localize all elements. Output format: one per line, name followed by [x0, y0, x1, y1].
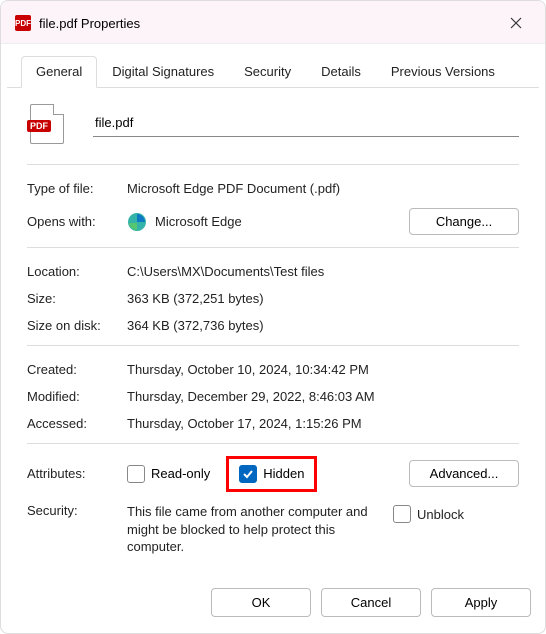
- change-button[interactable]: Change...: [409, 208, 519, 235]
- tab-bar: General Digital Signatures Security Deta…: [7, 50, 539, 88]
- close-button[interactable]: [501, 11, 531, 35]
- accessed-value: Thursday, October 17, 2024, 1:15:26 PM: [127, 416, 519, 431]
- size-label: Size:: [27, 291, 127, 306]
- security-text: This file came from another computer and…: [127, 503, 377, 556]
- readonly-checkbox[interactable]: Read-only: [127, 465, 210, 483]
- dialog-footer: OK Cancel Apply: [1, 576, 545, 633]
- checkbox-checked-icon: [239, 465, 257, 483]
- tab-general[interactable]: General: [21, 56, 97, 88]
- checkbox-icon: [127, 465, 145, 483]
- accessed-label: Accessed:: [27, 416, 127, 431]
- tab-content: PDF file.pdf Type of file: Microsoft Edg…: [1, 88, 545, 576]
- unblock-label: Unblock: [417, 507, 464, 522]
- divider: [27, 247, 519, 248]
- attributes-label: Attributes:: [27, 466, 127, 481]
- titlebar: PDF file.pdf Properties: [1, 1, 545, 44]
- location-label: Location:: [27, 264, 127, 279]
- divider: [27, 164, 519, 165]
- hidden-label: Hidden: [263, 466, 304, 481]
- modified-label: Modified:: [27, 389, 127, 404]
- unblock-checkbox[interactable]: Unblock: [393, 505, 464, 523]
- file-type-icon: PDF: [27, 104, 67, 144]
- hidden-checkbox[interactable]: Hidden: [239, 465, 304, 483]
- opens-with-label: Opens with:: [27, 214, 127, 229]
- created-value: Thursday, October 10, 2024, 10:34:42 PM: [127, 362, 519, 377]
- type-of-file-value: Microsoft Edge PDF Document (.pdf): [127, 181, 519, 196]
- properties-dialog: PDF file.pdf Properties General Digital …: [0, 0, 546, 634]
- pdf-icon: PDF: [15, 15, 31, 31]
- tab-digital-signatures[interactable]: Digital Signatures: [97, 56, 229, 87]
- size-on-disk-value: 364 KB (372,736 bytes): [127, 318, 519, 333]
- readonly-label: Read-only: [151, 466, 210, 481]
- close-icon: [510, 17, 522, 29]
- edge-icon: [127, 212, 147, 232]
- created-label: Created:: [27, 362, 127, 377]
- hidden-highlight: Hidden: [226, 456, 317, 492]
- location-value: C:\Users\MX\Documents\Test files: [127, 264, 519, 279]
- opens-with-value: Microsoft Edge: [155, 214, 242, 229]
- tab-details[interactable]: Details: [306, 56, 376, 87]
- divider: [27, 345, 519, 346]
- size-value: 363 KB (372,251 bytes): [127, 291, 519, 306]
- filename-field[interactable]: file.pdf: [93, 111, 519, 137]
- tab-security[interactable]: Security: [229, 56, 306, 87]
- advanced-button[interactable]: Advanced...: [409, 460, 519, 487]
- apply-button[interactable]: Apply: [431, 588, 531, 617]
- size-on-disk-label: Size on disk:: [27, 318, 127, 333]
- divider: [27, 443, 519, 444]
- type-of-file-label: Type of file:: [27, 181, 127, 196]
- cancel-button[interactable]: Cancel: [321, 588, 421, 617]
- window-title: file.pdf Properties: [39, 16, 501, 31]
- modified-value: Thursday, December 29, 2022, 8:46:03 AM: [127, 389, 519, 404]
- file-header: PDF file.pdf: [27, 104, 519, 158]
- security-label: Security:: [27, 503, 127, 518]
- checkbox-icon: [393, 505, 411, 523]
- tab-previous-versions[interactable]: Previous Versions: [376, 56, 510, 87]
- ok-button[interactable]: OK: [211, 588, 311, 617]
